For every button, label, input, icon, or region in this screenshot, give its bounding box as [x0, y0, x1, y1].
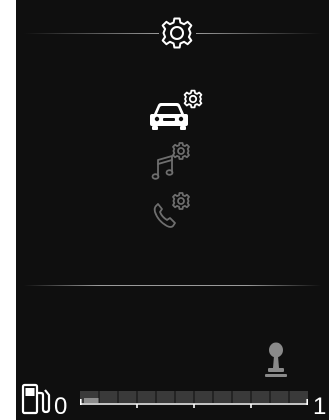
fuel-scale-max-label: 1 [313, 393, 327, 420]
menu-item-phone-settings[interactable] [150, 190, 194, 232]
menu-bottom-divider [24, 285, 321, 286]
fuel-scale-min-label: 0 [54, 393, 68, 420]
menu-item-vehicle-settings[interactable] [148, 88, 204, 132]
header-divider-right [196, 33, 321, 34]
fuel-pump-icon [21, 383, 51, 417]
fuel-level-bar [80, 391, 308, 409]
menu-item-audio-settings[interactable] [150, 140, 194, 182]
settings-screen: 0 1 [16, 0, 329, 420]
music-settings-icon [151, 142, 190, 180]
phone-settings-icon [153, 192, 190, 228]
gear-icon [160, 16, 194, 50]
gear-shift-icon [263, 342, 289, 380]
fuel-level-fill [84, 398, 99, 403]
header-divider-left [24, 33, 159, 34]
car-settings-icon [150, 89, 203, 130]
